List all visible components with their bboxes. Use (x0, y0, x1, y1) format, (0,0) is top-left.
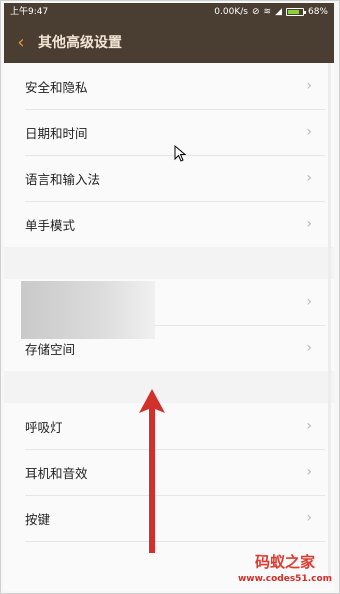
watermark-url: www.codes51.com (237, 574, 333, 584)
list-item-label: 呼吸灯 (25, 419, 63, 435)
divider (25, 541, 325, 542)
screenshot-frame: 上午9:47 0.00K/s ⊘ ≋ ◢ 68% ‹ 其他高级设置 安全和隐私 … (0, 0, 340, 594)
scrollbar[interactable] (328, 63, 331, 583)
status-bar: 上午9:47 0.00K/s ⊘ ≋ ◢ 68% (4, 3, 334, 21)
list-item-label: 存储空间 (25, 341, 76, 357)
watermark-name: 码蚁之家 (254, 553, 315, 571)
section-gap (4, 247, 334, 279)
chevron-right-icon: › (306, 124, 312, 140)
chevron-right-icon: › (306, 78, 312, 94)
list-item-label: 单手模式 (25, 217, 76, 233)
list-item-label: 日期和时间 (25, 125, 88, 141)
list-item-label: 耳机和音效 (25, 465, 88, 481)
up-arrow-annotation (139, 389, 165, 553)
chevron-right-icon: › (306, 170, 312, 186)
list-item-label: 语言和输入法 (25, 171, 101, 187)
list-item-security-privacy[interactable]: 安全和隐私 › (4, 63, 322, 109)
watermark: 码蚁之家 www.codes51.com (233, 552, 337, 592)
status-right: 0.00K/s ⊘ ≋ ◢ 68% (214, 3, 328, 21)
title-bar: ‹ 其他高级设置 (4, 21, 334, 63)
phone-screen: 上午9:47 0.00K/s ⊘ ≋ ◢ 68% ‹ 其他高级设置 安全和隐私 … (4, 3, 334, 591)
chevron-right-icon: › (306, 340, 312, 356)
battery-icon (285, 8, 306, 16)
chevron-right-icon: › (306, 418, 312, 434)
settings-list: 安全和隐私 › 日期和时间 › 语言和输入法 › 单手模式 › › 存储空间 ›… (4, 63, 334, 591)
list-item-label: 按键 (25, 511, 51, 527)
network-speed: 0.00K/s (214, 7, 248, 17)
mouse-cursor-icon (174, 145, 187, 162)
silent-icon: ⊘ (251, 7, 260, 17)
page-title: 其他高级设置 (38, 35, 122, 51)
wifi-icon: ≋ (263, 7, 272, 17)
section-gap (4, 371, 334, 403)
list-item-language-input[interactable]: 语言和输入法 › (4, 155, 322, 201)
chevron-left-icon[interactable]: ‹ (4, 21, 38, 63)
list-item-date-time[interactable]: 日期和时间 › (4, 109, 322, 155)
status-time: 上午9:47 (10, 7, 49, 17)
blurred-redaction (21, 281, 155, 339)
chevron-right-icon: › (306, 216, 312, 232)
chevron-right-icon: › (306, 464, 312, 480)
chevron-right-icon: › (306, 294, 312, 310)
list-item-label: 安全和隐私 (25, 79, 88, 95)
signal-icon: ◢ (275, 7, 282, 17)
battery-percent: 68% (307, 7, 328, 17)
chevron-right-icon: › (306, 510, 312, 526)
list-item-one-handed-mode[interactable]: 单手模式 › (4, 201, 322, 247)
